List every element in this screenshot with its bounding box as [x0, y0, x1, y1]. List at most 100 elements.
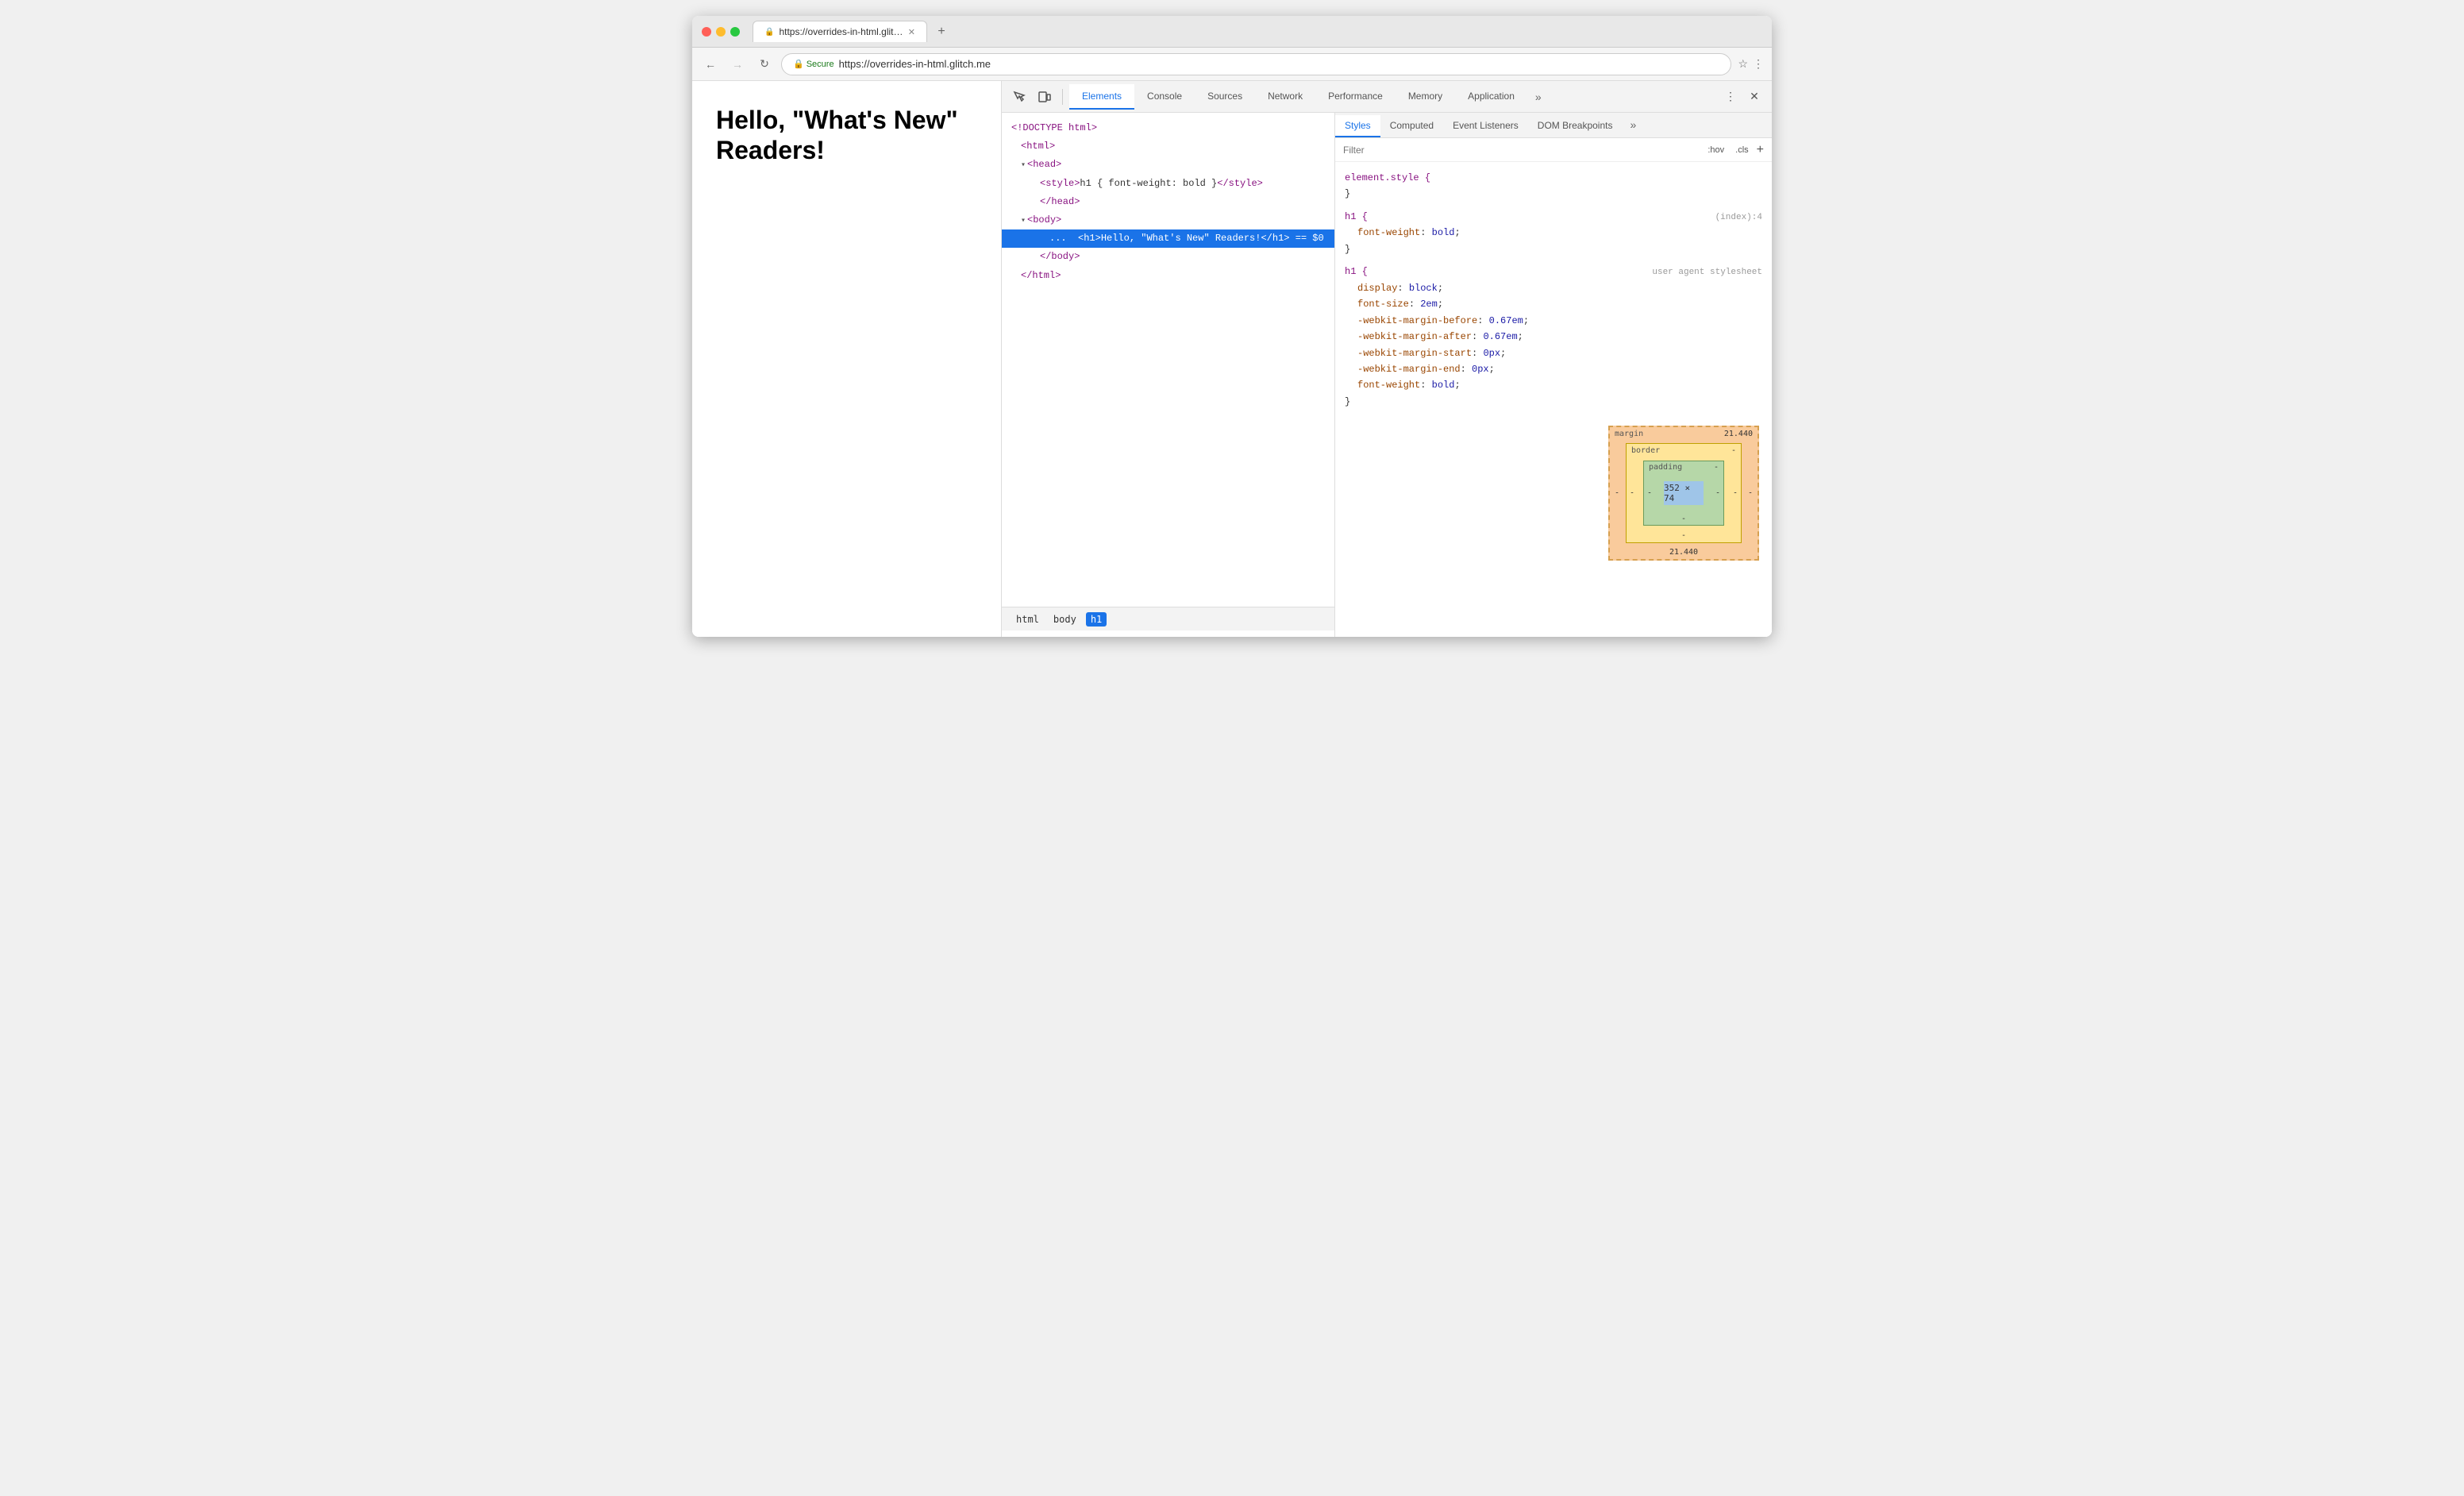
- rule-selector[interactable]: element.style {: [1345, 170, 1430, 186]
- tab-memory[interactable]: Memory: [1396, 84, 1455, 110]
- styles-content: element.style { } h1 { (index):4 font-: [1335, 162, 1772, 637]
- dom-line: ▾<head>: [1002, 156, 1334, 174]
- filter-hov-button[interactable]: :hov: [1704, 144, 1727, 156]
- address-right-icons: ☆ ⋮: [1738, 57, 1764, 71]
- dom-line: ▾<body>: [1002, 211, 1334, 229]
- margin-right-val: -: [1748, 489, 1753, 498]
- reload-button[interactable]: ↻: [754, 54, 775, 75]
- tab-title: https://overrides-in-html.glitc…: [779, 26, 903, 37]
- dom-line: <style>h1 { font-weight: bold }</style>: [1002, 175, 1334, 193]
- maximize-button[interactable]: [730, 27, 740, 37]
- inspect-element-button[interactable]: [1008, 86, 1030, 108]
- padding-bottom-val: -: [1681, 515, 1686, 523]
- main-content: Hello, "What's New" Readers!: [692, 81, 1772, 637]
- rule-selector[interactable]: h1 {: [1345, 264, 1368, 280]
- more-subtabs-icon[interactable]: »: [1622, 113, 1644, 137]
- tab-sources[interactable]: Sources: [1195, 84, 1255, 110]
- border-label: border: [1631, 446, 1660, 455]
- devtools-panel: Elements Console Sources Network Perform…: [1002, 81, 1772, 637]
- filter-bar: :hov .cls +: [1335, 138, 1772, 162]
- forward-button[interactable]: →: [727, 54, 748, 75]
- tab-performance[interactable]: Performance: [1315, 84, 1396, 110]
- border-val: -: [1731, 446, 1736, 455]
- box-model: margin 21.440 21.440 - - border -: [1608, 426, 1759, 561]
- rule-close-brace: }: [1345, 241, 1762, 257]
- device-toggle-button[interactable]: [1034, 86, 1056, 108]
- style-rule-element: element.style { }: [1335, 167, 1772, 206]
- style-rule-h1-ua: h1 { user agent stylesheet display: bloc…: [1335, 260, 1772, 413]
- css-property: font-weight: bold;: [1345, 377, 1762, 393]
- devtools-toolbar: Elements Console Sources Network Perform…: [1002, 81, 1772, 113]
- devtools-right-icons: ⋮ ✕: [1719, 86, 1765, 108]
- margin-bottom-val: 21.440: [1669, 548, 1698, 557]
- bookmark-icon[interactable]: ☆: [1738, 57, 1748, 71]
- browser-tab-active[interactable]: 🔒 https://overrides-in-html.glitc… ✕: [753, 21, 927, 42]
- box-model-section: margin 21.440 21.440 - - border -: [1335, 413, 1772, 573]
- subtab-event-listeners[interactable]: Event Listeners: [1443, 115, 1528, 137]
- filter-cls-button[interactable]: .cls: [1732, 144, 1752, 156]
- address-input[interactable]: 🔒 Secure https://overrides-in-html.glitc…: [781, 53, 1731, 75]
- menu-icon[interactable]: ⋮: [1753, 57, 1764, 71]
- rule-close-brace: }: [1345, 186, 1762, 202]
- styles-subtabs: Styles Computed Event Listeners DOM Brea…: [1335, 113, 1772, 138]
- dom-line: <html>: [1002, 137, 1334, 156]
- tab-console[interactable]: Console: [1134, 84, 1195, 110]
- padding-label: padding: [1649, 463, 1682, 472]
- address-bar: ← → ↻ 🔒 Secure https://overrides-in-html…: [692, 48, 1772, 81]
- style-rule-header: h1 { (index):4: [1345, 209, 1762, 226]
- tab-elements[interactable]: Elements: [1069, 84, 1134, 110]
- new-tab-button[interactable]: +: [930, 21, 953, 43]
- subtab-computed[interactable]: Computed: [1380, 115, 1443, 137]
- padding-val: -: [1714, 463, 1719, 472]
- subtab-styles[interactable]: Styles: [1335, 115, 1380, 137]
- title-bar: 🔒 https://overrides-in-html.glitc… ✕ +: [692, 16, 1772, 48]
- devtools-settings-button[interactable]: ⋮: [1719, 86, 1742, 108]
- dom-line: </html>: [1002, 267, 1334, 285]
- dom-eq: == $0: [1296, 233, 1324, 244]
- devtools-close-button[interactable]: ✕: [1743, 86, 1765, 108]
- back-button[interactable]: ←: [700, 54, 721, 75]
- border-left-val: -: [1630, 489, 1634, 498]
- style-rule-header: element.style {: [1345, 170, 1762, 186]
- minimize-button[interactable]: [716, 27, 726, 37]
- tab-network[interactable]: Network: [1255, 84, 1315, 110]
- breadcrumb-html[interactable]: html: [1011, 612, 1044, 627]
- styles-panel: Styles Computed Event Listeners DOM Brea…: [1335, 113, 1772, 637]
- close-button[interactable]: [702, 27, 711, 37]
- dom-line: </body>: [1002, 248, 1334, 266]
- dom-ellipsis: ...: [1049, 233, 1067, 244]
- css-property: font-size: 2em;: [1345, 296, 1762, 312]
- rule-source-ua: user agent stylesheet: [1652, 265, 1762, 280]
- box-model-content: 352 × 74: [1664, 481, 1704, 505]
- traffic-lights: [702, 27, 740, 37]
- preview-pane: Hello, "What's New" Readers!: [692, 81, 1002, 637]
- rule-selector[interactable]: h1 {: [1345, 209, 1368, 225]
- subtab-dom-breakpoints[interactable]: DOM Breakpoints: [1528, 115, 1623, 137]
- rule-source: (index):4: [1715, 210, 1762, 226]
- filter-input[interactable]: [1343, 145, 1700, 156]
- css-value[interactable]: bold: [1432, 227, 1455, 238]
- margin-top-val: 21.440: [1724, 430, 1753, 438]
- css-property: -webkit-margin-end: 0px;: [1345, 361, 1762, 377]
- style-rule-header: h1 { user agent stylesheet: [1345, 264, 1762, 280]
- dom-line-selected[interactable]: ... <h1>Hello, "What's New" Readers!</h1…: [1002, 229, 1334, 248]
- css-property: font-weight: bold;: [1345, 225, 1762, 241]
- dom-breadcrumb: html body h1: [1002, 607, 1334, 630]
- dom-line: <!DOCTYPE html>: [1002, 119, 1334, 137]
- dom-panel: <!DOCTYPE html> <html> ▾<head> <style>h1…: [1002, 113, 1335, 637]
- breadcrumb-h1[interactable]: h1: [1086, 612, 1107, 627]
- more-tabs-icon[interactable]: »: [1527, 84, 1550, 110]
- tab-close-icon[interactable]: ✕: [908, 27, 915, 37]
- breadcrumb-body[interactable]: body: [1049, 612, 1081, 627]
- css-property: -webkit-margin-start: 0px;: [1345, 345, 1762, 361]
- toolbar-divider: [1062, 89, 1063, 105]
- padding-left-val: -: [1647, 489, 1652, 498]
- border-right-val: -: [1733, 489, 1738, 498]
- rule-close-brace: }: [1345, 394, 1762, 410]
- url-text: https://overrides-in-html.glitch.me: [839, 58, 1720, 70]
- css-prop[interactable]: font-weight: [1357, 227, 1420, 238]
- tab-application[interactable]: Application: [1455, 84, 1527, 110]
- add-style-rule-button[interactable]: +: [1757, 143, 1764, 157]
- tab-favicon: 🔒: [764, 28, 774, 37]
- dom-line: </head>: [1002, 193, 1334, 211]
